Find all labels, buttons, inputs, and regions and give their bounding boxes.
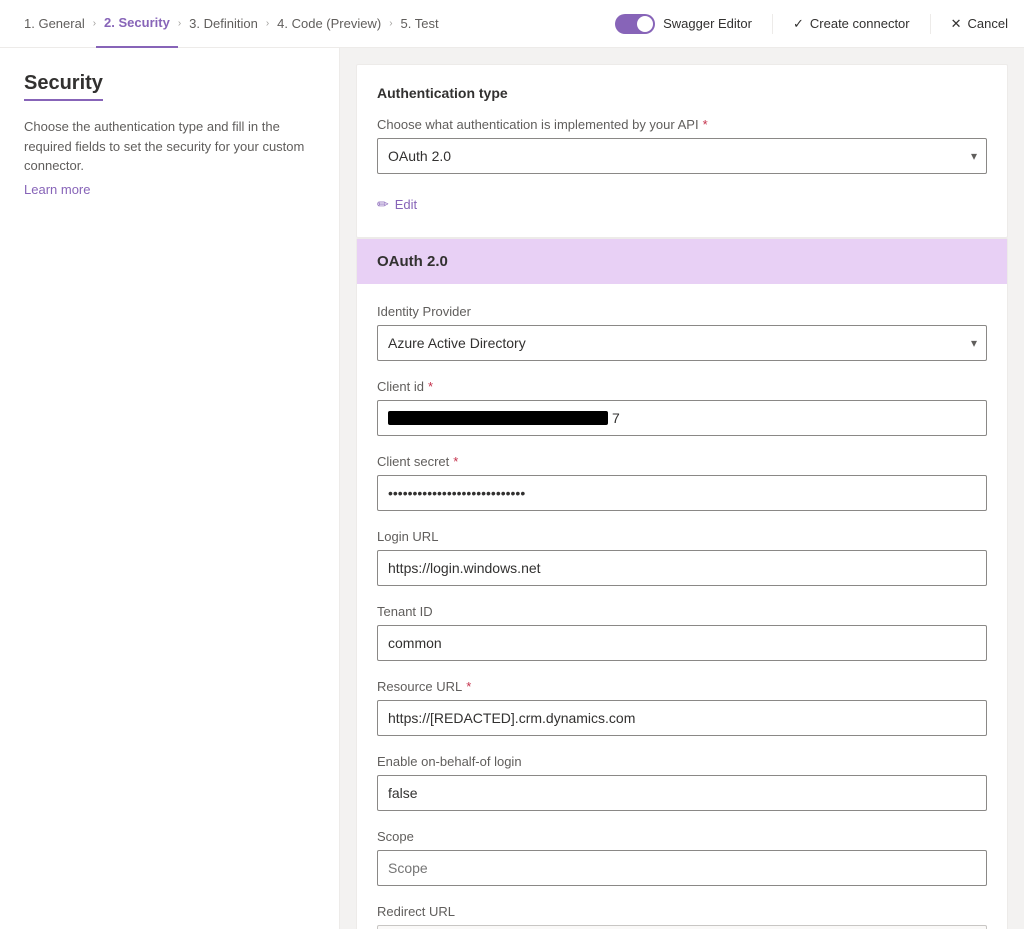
cancel-button[interactable]: ✕ Cancel bbox=[951, 16, 1008, 32]
pencil-icon: ✏ bbox=[377, 196, 389, 213]
content-area: Authentication type Choose what authenti… bbox=[340, 48, 1024, 929]
redirect-url-wrapper bbox=[377, 925, 987, 929]
client-id-suffix: 7 bbox=[612, 410, 620, 426]
client-id-masked bbox=[388, 411, 608, 425]
scope-field: Scope bbox=[377, 829, 987, 886]
nav-step-general[interactable]: 1. General bbox=[16, 0, 93, 48]
enable-obo-field: Enable on-behalf-of login bbox=[377, 754, 987, 811]
nav-step-code[interactable]: 4. Code (Preview) bbox=[269, 0, 389, 48]
oauth-title: OAuth 2.0 bbox=[377, 253, 448, 270]
nav-step-security-label: 2. Security bbox=[104, 15, 170, 30]
auth-edit-label: Edit bbox=[395, 197, 417, 212]
client-secret-field: Client secret * bbox=[377, 454, 987, 511]
oauth-body: Identity Provider Generic Oauth 2 Azure … bbox=[357, 284, 1007, 929]
login-url-field: Login URL bbox=[377, 529, 987, 586]
auth-edit-button[interactable]: ✏ Edit bbox=[377, 192, 987, 217]
nav-step-definition[interactable]: 3. Definition bbox=[181, 0, 266, 48]
cancel-label: Cancel bbox=[968, 16, 1008, 31]
redirect-url-input[interactable] bbox=[377, 925, 987, 929]
enable-obo-label: Enable on-behalf-of login bbox=[377, 754, 987, 769]
sidebar: Security Choose the authentication type … bbox=[0, 48, 340, 929]
client-secret-label: Client secret * bbox=[377, 454, 987, 469]
nav-step-test[interactable]: 5. Test bbox=[393, 0, 447, 48]
nav-step-security[interactable]: 2. Security bbox=[96, 0, 178, 48]
nav-separator-1 bbox=[772, 14, 773, 34]
client-id-display: 7 bbox=[377, 400, 987, 436]
identity-provider-field: Identity Provider Generic Oauth 2 Azure … bbox=[377, 304, 987, 361]
login-url-label: Login URL bbox=[377, 529, 987, 544]
sidebar-description: Choose the authentication type and fill … bbox=[24, 117, 315, 176]
checkmark-icon: ✓ bbox=[793, 16, 804, 32]
identity-provider-select-wrapper: Generic Oauth 2 Azure Active Directory G… bbox=[377, 325, 987, 361]
auth-type-select[interactable]: No authentication Basic authentication A… bbox=[377, 138, 987, 174]
nav-step-code-label: 4. Code (Preview) bbox=[277, 16, 381, 31]
nav-step-test-label: 5. Test bbox=[401, 16, 439, 31]
redirect-url-label: Redirect URL bbox=[377, 904, 987, 919]
client-secret-required-star: * bbox=[453, 454, 458, 469]
login-url-input[interactable] bbox=[377, 550, 987, 586]
nav-step-definition-label: 3. Definition bbox=[189, 16, 258, 31]
nav-step-general-label: 1. General bbox=[24, 16, 85, 31]
resource-url-label: Resource URL * bbox=[377, 679, 987, 694]
resource-url-input[interactable] bbox=[377, 700, 987, 736]
scope-label: Scope bbox=[377, 829, 987, 844]
enable-obo-input[interactable] bbox=[377, 775, 987, 811]
auth-type-choose-label: Choose what authentication is implemente… bbox=[377, 117, 987, 132]
nav-right-actions: Swagger Editor ✓ Create connector ✕ Canc… bbox=[615, 14, 1008, 34]
toggle-knob bbox=[637, 16, 653, 32]
auth-required-star: * bbox=[703, 117, 708, 132]
identity-provider-select[interactable]: Generic Oauth 2 Azure Active Directory G… bbox=[377, 325, 987, 361]
create-connector-label: Create connector bbox=[810, 16, 910, 31]
sidebar-title: Security bbox=[24, 72, 103, 101]
create-connector-button[interactable]: ✓ Create connector bbox=[793, 16, 910, 32]
main-layout: Security Choose the authentication type … bbox=[0, 48, 1024, 929]
auth-section-title: Authentication type bbox=[377, 85, 987, 101]
swagger-editor-label: Swagger Editor bbox=[663, 16, 752, 31]
client-id-field: Client id * 7 bbox=[377, 379, 987, 436]
oauth-section: OAuth 2.0 Identity Provider Generic Oaut… bbox=[356, 238, 1008, 929]
client-secret-input[interactable] bbox=[377, 475, 987, 511]
oauth-header: OAuth 2.0 bbox=[357, 239, 1007, 284]
resource-url-required-star: * bbox=[466, 679, 471, 694]
tenant-id-input[interactable] bbox=[377, 625, 987, 661]
top-navigation: 1. General › 2. Security › 3. Definition… bbox=[0, 0, 1024, 48]
scope-input[interactable] bbox=[377, 850, 987, 886]
identity-provider-label: Identity Provider bbox=[377, 304, 987, 319]
tenant-id-field: Tenant ID bbox=[377, 604, 987, 661]
client-id-required-star: * bbox=[428, 379, 433, 394]
nav-separator-2 bbox=[930, 14, 931, 34]
swagger-editor-toggle[interactable] bbox=[615, 14, 655, 34]
auth-type-field-group: Choose what authentication is implemente… bbox=[377, 117, 987, 174]
tenant-id-label: Tenant ID bbox=[377, 604, 987, 619]
client-id-label: Client id * bbox=[377, 379, 987, 394]
redirect-url-field: Redirect URL bbox=[377, 904, 987, 929]
close-icon: ✕ bbox=[951, 16, 962, 32]
auth-type-select-wrapper: No authentication Basic authentication A… bbox=[377, 138, 987, 174]
swagger-toggle-container: Swagger Editor bbox=[615, 14, 752, 34]
learn-more-link[interactable]: Learn more bbox=[24, 182, 90, 197]
resource-url-field: Resource URL * bbox=[377, 679, 987, 736]
auth-type-section: Authentication type Choose what authenti… bbox=[356, 64, 1008, 238]
